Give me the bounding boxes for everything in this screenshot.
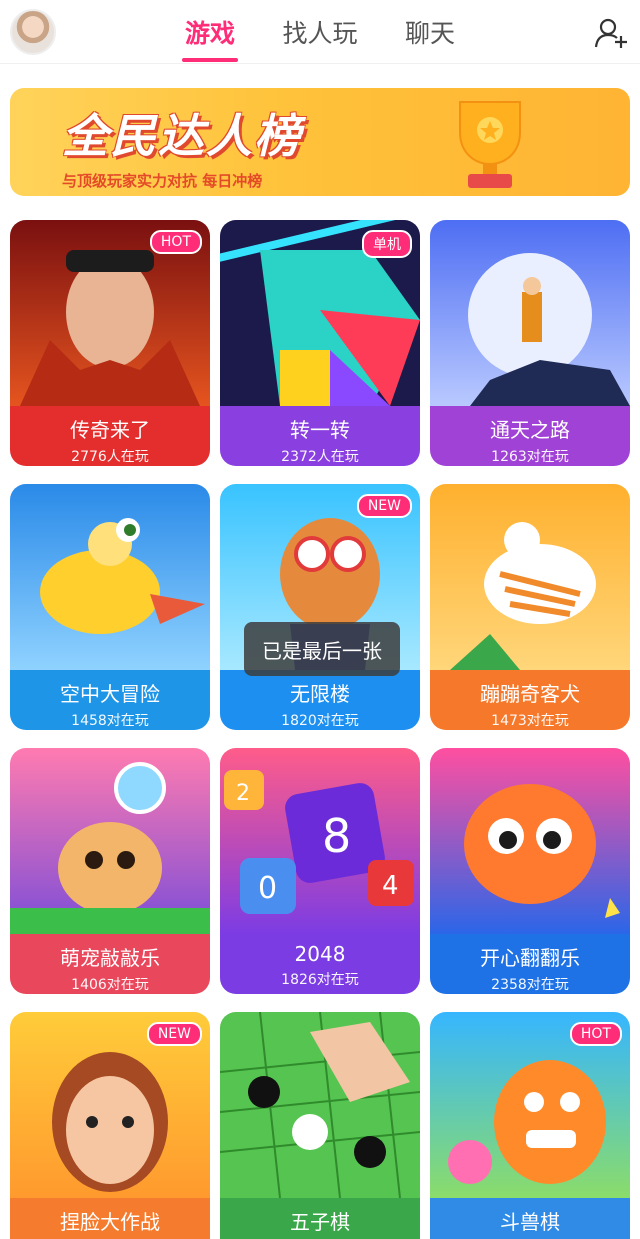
game-art — [10, 748, 210, 934]
tab-chat[interactable]: 聊天 — [380, 0, 480, 64]
add-friend-icon[interactable] — [594, 16, 628, 50]
game-card[interactable]: 萌宠敲敲乐 1406对在玩 — [10, 748, 210, 994]
player-count: 2372人在玩 — [281, 449, 359, 465]
svg-text:2: 2 — [236, 781, 250, 806]
game-name: 萌宠敲敲乐 — [60, 946, 160, 970]
game-name: 蹦蹦奇客犬 — [480, 682, 580, 706]
game-footer: 萌宠敲敲乐 1406对在玩 — [10, 934, 210, 994]
game-footer: 转一转 2372人在玩 — [220, 406, 420, 466]
new-badge: NEW — [356, 494, 412, 518]
game-card[interactable]: 通天之路 1263对在玩 — [430, 220, 630, 466]
game-name: 转一转 — [290, 418, 350, 442]
avatar[interactable] — [10, 9, 56, 55]
main-tabs: 游戏 找人玩 聊天 — [160, 0, 480, 64]
game-card[interactable]: 单机 转一转 2372人在玩 — [220, 220, 420, 466]
game-footer: 无限楼 1820对在玩 — [220, 670, 420, 730]
game-name: 无限楼 — [290, 682, 350, 706]
player-count: 2358对在玩 — [491, 977, 569, 993]
game-footer: 空中大冒险 1458对在玩 — [10, 670, 210, 730]
game-name: 空中大冒险 — [60, 682, 160, 706]
tab-find-players[interactable]: 找人玩 — [270, 0, 370, 64]
new-badge: NEW — [146, 1022, 202, 1046]
player-count: 1826对在玩 — [281, 972, 359, 988]
game-art: 8 0 4 2 — [220, 748, 420, 934]
player-count: 1263对在玩 — [491, 449, 569, 465]
player-count: 1458对在玩 — [71, 713, 149, 729]
banner-title: 全民达人榜 — [62, 109, 302, 163]
game-card[interactable]: 空中大冒险 1458对在玩 — [10, 484, 210, 730]
game-art — [430, 220, 630, 406]
player-count: 2776人在玩 — [71, 449, 149, 465]
trophy-icon — [459, 101, 521, 188]
game-art — [220, 1012, 420, 1198]
top-bar: 游戏 找人玩 聊天 — [0, 0, 640, 64]
hot-badge: HOT — [149, 230, 202, 254]
game-card[interactable]: 开心翻翻乐 2358对在玩 — [430, 748, 630, 994]
game-card[interactable]: 蹦蹦奇客犬 1473对在玩 — [430, 484, 630, 730]
game-footer: 捏脸大作战 — [10, 1198, 210, 1239]
game-art — [430, 748, 630, 934]
game-footer: 2048 1826对在玩 — [220, 934, 420, 994]
game-name: 通天之路 — [490, 418, 570, 442]
game-name: 斗兽棋 — [500, 1210, 560, 1234]
game-name: 捏脸大作战 — [60, 1210, 160, 1234]
banner-subtitle: 与顶级玩家实力对抗 每日冲榜 — [62, 172, 263, 190]
svg-text:8: 8 — [322, 809, 351, 863]
game-name: 五子棋 — [290, 1210, 350, 1234]
game-footer: 开心翻翻乐 2358对在玩 — [430, 934, 630, 994]
game-card[interactable]: 8 0 4 2 2048 1826对在玩 — [220, 748, 420, 994]
game-art — [10, 484, 210, 670]
player-count: 1406对在玩 — [71, 977, 149, 993]
game-footer: 蹦蹦奇客犬 1473对在玩 — [430, 670, 630, 730]
game-name: 2048 — [294, 942, 346, 966]
game-card[interactable]: HOT 传奇来了 2776人在玩 — [10, 220, 210, 466]
tab-games[interactable]: 游戏 — [160, 0, 260, 64]
game-art — [430, 484, 630, 670]
game-footer: 通天之路 1263对在玩 — [430, 406, 630, 466]
player-count: 1473对在玩 — [491, 713, 569, 729]
game-card[interactable]: NEW 捏脸大作战 — [10, 1012, 210, 1239]
game-footer: 斗兽棋 — [430, 1198, 630, 1239]
game-card[interactable]: HOT 斗兽棋 — [430, 1012, 630, 1239]
game-name: 开心翻翻乐 — [480, 946, 580, 970]
hot-badge: HOT — [569, 1022, 622, 1046]
single-player-badge: 单机 — [362, 230, 412, 258]
game-card[interactable]: 五子棋 — [220, 1012, 420, 1239]
toast-message: 已是最后一张 — [244, 622, 400, 676]
game-card[interactable]: NEW 无限楼 1820对在玩 — [220, 484, 420, 730]
game-footer: 传奇来了 2776人在玩 — [10, 406, 210, 466]
game-name: 传奇来了 — [70, 418, 150, 442]
svg-text:4: 4 — [382, 871, 399, 901]
game-grid: HOT 传奇来了 2776人在玩 单机 转一转 2372人在玩 通天之路 126… — [10, 220, 630, 1239]
game-footer: 五子棋 — [220, 1198, 420, 1239]
leaderboard-banner[interactable]: 全民达人榜 与顶级玩家实力对抗 每日冲榜 — [10, 88, 630, 196]
svg-text:0: 0 — [258, 871, 277, 906]
player-count: 1820对在玩 — [281, 713, 359, 729]
